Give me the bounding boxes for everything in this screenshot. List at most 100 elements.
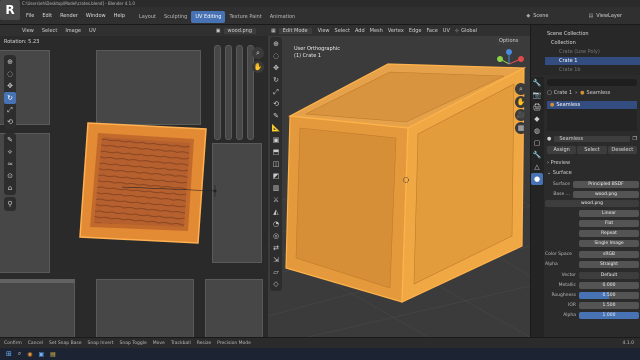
rip-tool-icon[interactable]: ⌂ bbox=[4, 182, 16, 194]
preview-panel-header[interactable]: › Preview bbox=[547, 159, 637, 167]
vp-pan-icon[interactable]: ✋ bbox=[515, 96, 527, 108]
surface-panel-header[interactable]: ⌄ Surface bbox=[547, 169, 637, 177]
image-name[interactable]: wood.png bbox=[223, 27, 256, 34]
vp-measure-icon[interactable]: 📐 bbox=[270, 122, 282, 134]
editor-type-icon[interactable]: ▦ bbox=[271, 28, 276, 34]
vp-rip-icon[interactable]: ◇ bbox=[270, 278, 282, 290]
uv-editor[interactable]: View Select Image UV ▣ wood.png Rotation… bbox=[0, 25, 268, 337]
zoom-view-icon[interactable]: ⌕ bbox=[252, 47, 264, 59]
mode-selector[interactable]: Edit Mode bbox=[278, 27, 312, 34]
vp-menu-edge[interactable]: Edge bbox=[409, 28, 422, 34]
vp-zoom-icon[interactable]: ⌕ bbox=[515, 83, 527, 95]
copy-icon[interactable]: ❐ bbox=[633, 136, 637, 142]
projection-dropdown[interactable]: Flat bbox=[579, 219, 639, 227]
menu-file[interactable]: File bbox=[22, 7, 38, 25]
vp-annotate-icon[interactable]: ✎ bbox=[270, 110, 282, 122]
ior-field[interactable]: 1.500 bbox=[579, 301, 639, 309]
properties-search[interactable] bbox=[547, 79, 637, 86]
vp-knife-icon[interactable]: ⚔ bbox=[270, 194, 282, 206]
workspace-tab-layout[interactable]: Layout bbox=[135, 11, 160, 23]
vp-extrude-icon[interactable]: ⬒ bbox=[270, 146, 282, 158]
material-slot[interactable]: ● Seamless bbox=[547, 101, 637, 109]
vp-add-cube-icon[interactable]: ▣ bbox=[270, 134, 282, 146]
vp-spin-icon[interactable]: ◔ bbox=[270, 218, 282, 230]
assign-button[interactable]: Assign bbox=[547, 146, 577, 154]
rotate-tool-icon[interactable]: ↻ bbox=[4, 92, 16, 104]
tab-world-icon[interactable]: ◍ bbox=[531, 125, 543, 137]
uv-menu-view[interactable]: View bbox=[22, 28, 34, 34]
pinch-tool-icon[interactable]: ⊙ bbox=[4, 170, 16, 182]
outliner-item[interactable]: Collection bbox=[551, 40, 576, 46]
orientation-selector[interactable]: Global bbox=[461, 28, 477, 34]
tab-object-icon[interactable]: ▢ bbox=[531, 137, 543, 149]
workspace-tab-texture-paint[interactable]: Texture Paint bbox=[225, 11, 265, 23]
vp-bevel-icon[interactable]: ◩ bbox=[270, 170, 282, 182]
vp-menu-add[interactable]: Add bbox=[355, 28, 365, 34]
material-selector[interactable]: ● Seamless ❐ bbox=[547, 135, 637, 143]
vp-move-icon[interactable]: ✥ bbox=[270, 62, 282, 74]
tab-render-icon[interactable]: 📷 bbox=[531, 89, 543, 101]
vp-shrink-icon[interactable]: ⇲ bbox=[270, 254, 282, 266]
tab-scene-icon[interactable]: ◆ bbox=[531, 113, 543, 125]
vp-ortho-icon[interactable]: ▦ bbox=[515, 122, 527, 134]
tab-material-icon[interactable]: ● bbox=[531, 173, 543, 185]
vp-edge-slide-icon[interactable]: ⇄ bbox=[270, 242, 282, 254]
vp-scale-icon[interactable]: ⤢ bbox=[270, 86, 282, 98]
material-browse-icon[interactable]: ● bbox=[547, 136, 551, 142]
vp-inset-icon[interactable]: ◫ bbox=[270, 158, 282, 170]
metallic-slider[interactable]: 0.000 bbox=[579, 281, 639, 289]
alpha-mode-dropdown[interactable]: Straight bbox=[579, 260, 639, 268]
vp-menu-view[interactable]: View bbox=[318, 28, 330, 34]
base-color-texture[interactable]: wood.png bbox=[573, 190, 639, 198]
interpolation-dropdown[interactable]: Linear bbox=[579, 209, 639, 217]
vector-field[interactable]: Default bbox=[579, 271, 639, 279]
workspace-tab-sculpting[interactable]: Sculpting bbox=[160, 11, 191, 23]
vp-shear-icon[interactable]: ▱ bbox=[270, 266, 282, 278]
extension-dropdown[interactable]: Repeat bbox=[579, 229, 639, 237]
search-icon[interactable]: ⌕ bbox=[18, 350, 21, 358]
vp-polybuild-icon[interactable]: ◭ bbox=[270, 206, 282, 218]
surface-shader-field[interactable]: Principled BSDF bbox=[573, 180, 639, 188]
uv-menu-image[interactable]: Image bbox=[65, 28, 81, 34]
tab-data-icon[interactable]: △ bbox=[531, 161, 543, 173]
alpha-slider[interactable]: 1.000 bbox=[579, 311, 639, 319]
uv-menu-select[interactable]: Select bbox=[42, 28, 57, 34]
start-icon[interactable]: ⊞ bbox=[6, 350, 12, 358]
vp-menu-vertex[interactable]: Vertex bbox=[388, 28, 404, 34]
annotate-tool-icon[interactable]: ✎ bbox=[4, 134, 16, 146]
menu-edit[interactable]: Edit bbox=[38, 7, 56, 25]
select-box-icon[interactable]: ◌ bbox=[4, 68, 16, 80]
roughness-slider[interactable]: 0.500 bbox=[579, 291, 639, 299]
vp-loopcut-icon[interactable]: ▥ bbox=[270, 182, 282, 194]
vp-transform-icon[interactable]: ⟲ bbox=[270, 98, 282, 110]
workspace-tab-uv-editing[interactable]: UV Editing bbox=[191, 11, 226, 23]
taskbar-app-icon[interactable]: ▤ bbox=[50, 351, 56, 358]
grab-tool-icon[interactable]: ⟡ bbox=[4, 146, 16, 158]
vp-menu-uv[interactable]: UV bbox=[443, 28, 450, 34]
material-slots-list[interactable]: ● Seamless bbox=[547, 101, 637, 131]
vp-menu-select[interactable]: Select bbox=[335, 28, 350, 34]
deselect-button[interactable]: Deselect bbox=[607, 146, 637, 154]
outliner-item[interactable]: Crate 1b bbox=[559, 67, 581, 73]
vp-camera-icon[interactable]: 🎥 bbox=[515, 109, 527, 121]
taskbar-app-icon[interactable]: ◉ bbox=[27, 351, 32, 358]
select-button[interactable]: Select bbox=[577, 146, 607, 154]
menu-window[interactable]: Window bbox=[82, 7, 110, 25]
cursor-tool-icon[interactable]: ⊕ bbox=[4, 56, 16, 68]
tab-tool-icon[interactable]: 🔧 bbox=[531, 77, 543, 89]
workspace-tab-animation[interactable]: Animation bbox=[266, 11, 300, 23]
vp-select-icon[interactable]: ◌ bbox=[270, 50, 282, 62]
color-space-dropdown[interactable]: sRGB bbox=[579, 250, 639, 258]
navigation-gizmo[interactable] bbox=[494, 49, 524, 79]
scale-tool-icon[interactable]: ⤢ bbox=[4, 104, 16, 116]
vp-rotate-icon[interactable]: ↻ bbox=[270, 74, 282, 86]
uv-selected-island[interactable] bbox=[60, 115, 220, 255]
menu-render[interactable]: Render bbox=[56, 7, 82, 25]
tab-modifier-icon[interactable]: 🔧 bbox=[531, 149, 543, 161]
view-layer-selector[interactable]: ViewLayer bbox=[596, 13, 622, 19]
material-name[interactable]: Seamless bbox=[554, 136, 630, 142]
sample-tool-icon[interactable]: ⚲ bbox=[4, 198, 16, 210]
move-tool-icon[interactable]: ✥ bbox=[4, 80, 16, 92]
3d-viewport[interactable]: ▦ Edit Mode View Select Add Mesh Vertex … bbox=[268, 25, 530, 337]
taskbar-app-icon[interactable]: ▣ bbox=[39, 351, 45, 358]
